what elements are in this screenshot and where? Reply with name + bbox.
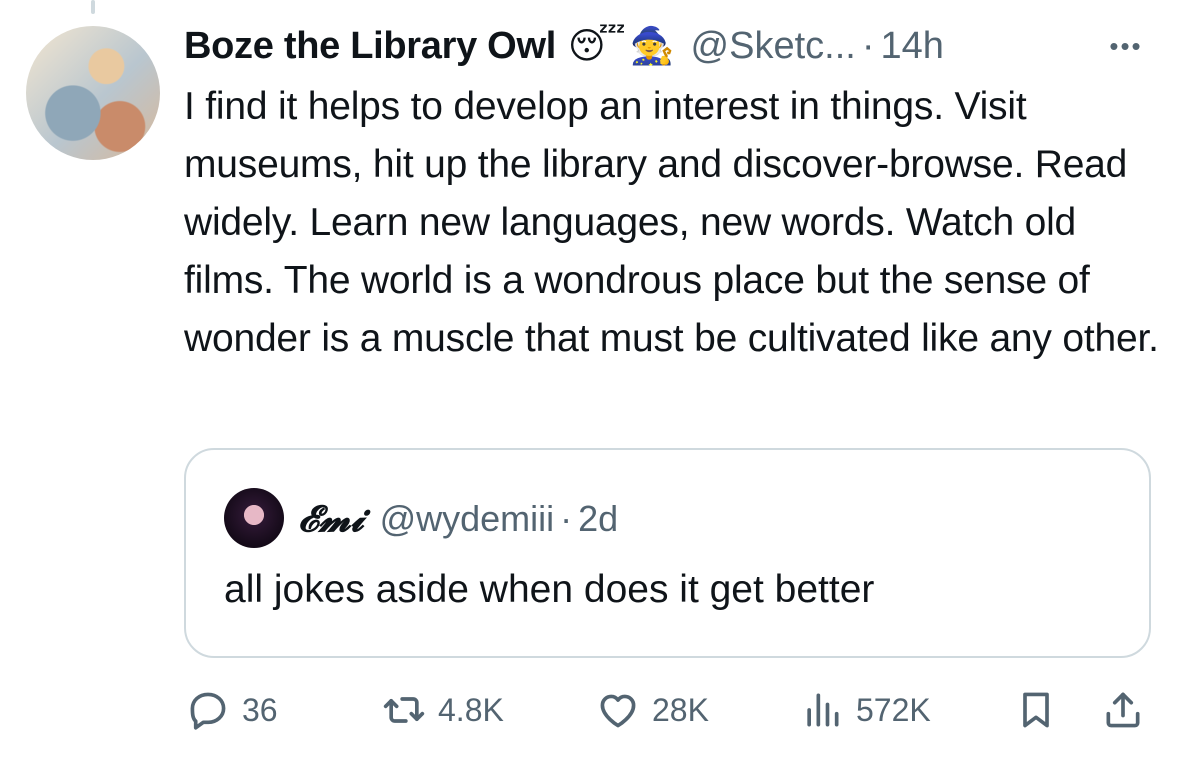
views-chart-icon (807, 693, 839, 727)
bookmark-button[interactable] (1014, 684, 1058, 736)
author-avatar[interactable] (26, 26, 160, 160)
quoted-author-display-name: 𝓔𝓶𝓲 (298, 497, 364, 540)
action-bar: 36 4.8K 28K 572K (186, 684, 1146, 736)
author-handle[interactable]: @Sketc... (691, 25, 856, 68)
retweet-icon (383, 697, 425, 723)
tweet-header: Boze the Library Owl 😴 🧙 @Sketc... · 14h (184, 22, 944, 70)
thread-connector-line (91, 0, 95, 14)
reply-icon (190, 692, 226, 730)
share-button[interactable] (1101, 684, 1145, 736)
reply-count: 36 (242, 691, 278, 728)
quoted-tweet-header: 𝓔𝓶𝓲 @wydemiii · 2d (298, 494, 618, 544)
quoted-tweet-text: all jokes aside when does it get better (224, 568, 875, 611)
quoted-author-handle: @wydemiii (379, 498, 555, 539)
more-options-label: ••• (1109, 30, 1143, 61)
like-count: 28K (652, 691, 709, 728)
quoted-author-avatar[interactable] (224, 488, 284, 548)
retweet-count: 4.8K (438, 691, 504, 728)
bookmark-icon (1023, 692, 1049, 728)
header-separator: · (861, 24, 875, 67)
retweet-button[interactable]: 4.8K (382, 684, 504, 736)
sleeping-face-emoji-icon: 😴 (567, 25, 626, 66)
tweet-text: I find it helps to develop an interest i… (184, 85, 1159, 360)
like-button[interactable]: 28K (596, 684, 709, 736)
heart-icon (600, 694, 636, 728)
quoted-header-separator: · (560, 498, 573, 539)
tweet-timestamp[interactable]: 14h (881, 25, 944, 68)
share-icon (1106, 692, 1140, 728)
author-display-name[interactable]: Boze the Library Owl (184, 25, 556, 68)
views-button[interactable]: 572K (800, 684, 931, 736)
views-count: 572K (856, 691, 931, 728)
quoted-timestamp: 2d (578, 498, 619, 539)
wizard-emoji-icon: 🧙 (629, 25, 675, 66)
more-options-icon[interactable]: ••• (1100, 26, 1152, 66)
reply-button[interactable]: 36 (186, 684, 278, 736)
quoted-tweet-card[interactable]: 𝓔𝓶𝓲 @wydemiii · 2d all jokes aside when … (184, 448, 1151, 658)
